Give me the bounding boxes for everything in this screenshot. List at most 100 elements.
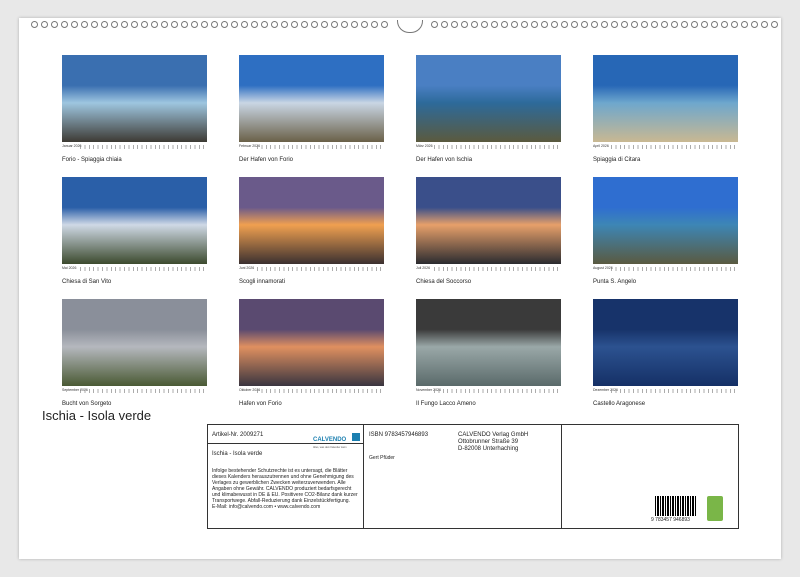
binding-ring: [691, 21, 698, 28]
binding-ring: [261, 21, 268, 28]
binding-ring: [361, 21, 368, 28]
calvendo-mark-icon: [351, 432, 360, 441]
month-photo: [593, 177, 738, 264]
binding-ring: [151, 21, 158, 28]
publisher-name: CALVENDO Verlag GmbH: [458, 432, 529, 438]
photo-caption: Castello Aragonese: [593, 401, 646, 407]
binding-ring: [481, 21, 488, 28]
binding-ring: [191, 21, 198, 28]
binding-ring: [641, 21, 648, 28]
month-photo: [239, 299, 384, 386]
binding-ring: [351, 21, 358, 28]
mini-calendar: Dezember 2026: [593, 388, 738, 396]
month-label: März 2026: [416, 144, 433, 148]
binding-ring: [541, 21, 548, 28]
binding-ring: [181, 21, 188, 28]
binding-ring: [431, 21, 438, 28]
binding-ring: [311, 21, 318, 28]
day-ticks: [80, 145, 207, 149]
publisher-street: Ottobrunner Straße 39: [458, 439, 519, 445]
binding-ring: [221, 21, 228, 28]
month-label: April 2026: [593, 144, 609, 148]
binding-ring: [711, 21, 718, 28]
hanger-hook: [397, 20, 423, 33]
divider: [363, 424, 364, 528]
month-label: Januar 2026: [62, 144, 82, 148]
day-ticks: [611, 267, 738, 271]
binding-ring: [741, 21, 748, 28]
binding-ring: [681, 21, 688, 28]
binding-ring: [571, 21, 578, 28]
brand-tagline: Alles, was dein Kalender kann: [313, 446, 347, 449]
binding-ring: [661, 21, 668, 28]
day-ticks: [80, 389, 207, 393]
binding-ring: [701, 21, 708, 28]
isbn: ISBN 9783457946893: [369, 432, 429, 438]
day-ticks: [611, 145, 738, 149]
binding-ring: [761, 21, 768, 28]
binding-ring: [281, 21, 288, 28]
month-label: Mai 2026: [62, 266, 77, 270]
mini-calendar: August 2026: [593, 266, 738, 274]
barcode: [655, 496, 697, 516]
binding-ring: [441, 21, 448, 28]
mini-calendar: März 2026: [416, 144, 561, 152]
brand-name: CALVENDO: [313, 437, 347, 443]
binding-ring: [471, 21, 478, 28]
month-photo: [416, 55, 561, 142]
day-ticks: [257, 389, 384, 393]
binding-ring: [721, 21, 728, 28]
day-ticks: [257, 145, 384, 149]
binding-ring: [671, 21, 678, 28]
binding-ring: [321, 21, 328, 28]
day-ticks: [434, 145, 561, 149]
author: Gert Pfüder: [369, 455, 395, 461]
month-photo: [62, 55, 207, 142]
photo-caption: Il Fungo Lacco Ameno: [416, 401, 476, 407]
binding-rings: [31, 20, 778, 33]
month-label: August 2026: [593, 266, 613, 270]
mini-calendar: Oktober 2026: [239, 388, 384, 396]
calvendo-logo: CALVENDO Alles, was dein Kalender kann: [313, 428, 360, 449]
binding-ring: [381, 21, 388, 28]
binding-ring: [611, 21, 618, 28]
binding-ring: [331, 21, 338, 28]
photo-caption: Spiaggia di Citara: [593, 157, 641, 163]
month-photo: [416, 299, 561, 386]
binding-ring: [141, 21, 148, 28]
binding-ring: [271, 21, 278, 28]
publisher-city: D-82008 Unterhaching: [458, 446, 519, 452]
day-ticks: [257, 267, 384, 271]
month-label: Juli 2026: [416, 266, 431, 270]
day-ticks: [434, 389, 561, 393]
month-photo: [239, 177, 384, 264]
month-photo: [239, 55, 384, 142]
binding-ring: [631, 21, 638, 28]
month-photo: [593, 55, 738, 142]
photo-caption: Hafen von Forio: [239, 401, 282, 407]
photo-caption: Scogli innamorati: [239, 279, 286, 285]
binding-ring: [91, 21, 98, 28]
photo-caption: Punta S. Angelo: [593, 279, 637, 285]
binding-ring: [451, 21, 458, 28]
binding-ring: [301, 21, 308, 28]
binding-ring: [771, 21, 778, 28]
binding-ring: [291, 21, 298, 28]
mini-calendar: Juni 2026: [239, 266, 384, 274]
mini-calendar: Juli 2026: [416, 266, 561, 274]
binding-ring: [621, 21, 628, 28]
binding-ring: [371, 21, 378, 28]
barcode-digits: 9 783457 946893: [651, 517, 690, 523]
binding-ring: [501, 21, 508, 28]
photo-caption: Der Hafen von Forio: [239, 157, 294, 163]
binding-ring: [51, 21, 58, 28]
article-number: Artikel-Nr. 2009271: [212, 432, 264, 438]
month-photo: [62, 299, 207, 386]
mini-calendar: November 2026: [416, 388, 561, 396]
mini-calendar: Mai 2026: [62, 266, 207, 274]
binding-ring: [751, 21, 758, 28]
binding-ring: [71, 21, 78, 28]
mini-calendar: April 2026: [593, 144, 738, 152]
binding-ring: [61, 21, 68, 28]
day-ticks: [434, 267, 561, 271]
